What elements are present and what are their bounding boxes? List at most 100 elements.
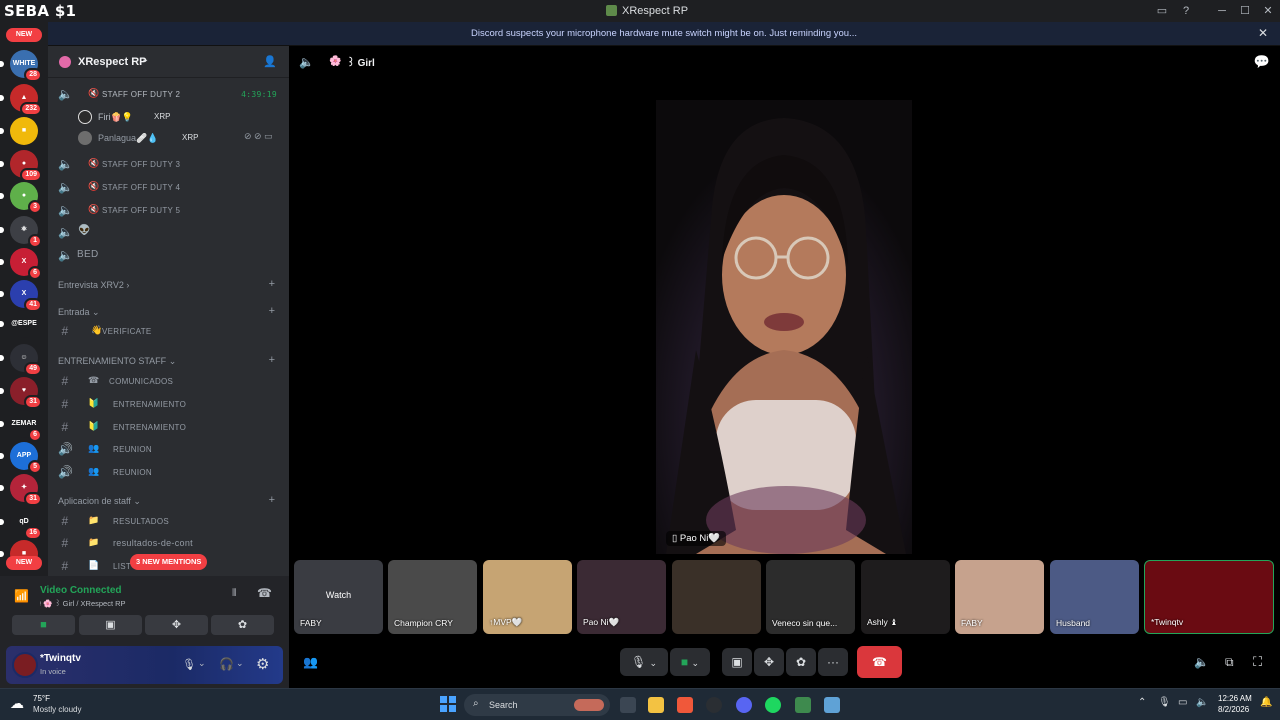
voice-channel-staff-off-duty-3[interactable]: 🔈 🔇 STAFF OFF DUTY 3 <box>58 154 283 174</box>
activities-button[interactable]: ✥ <box>754 648 784 676</box>
category-entrevista[interactable]: Entrevista XRV2 › <box>58 280 129 290</box>
server-icon[interactable]: WHITE 28 <box>0 50 42 82</box>
text-channel-resultados[interactable]: # 📁 RESULTADOS <box>58 511 283 531</box>
voice-channel-staff-off-duty-2[interactable]: 🔈 🔇 STAFF OFF DUTY 2 4:39:19 <box>58 84 283 104</box>
participant-tile[interactable]: ↑MVP🤍 <box>483 560 572 634</box>
app-icon-2[interactable] <box>795 697 811 713</box>
taskbar-search[interactable]: ⌕ Search <box>464 694 610 716</box>
network-icon[interactable]: ▭ <box>1178 697 1187 708</box>
text-channel-comunicados[interactable]: # ☎ COMUNICADOS <box>58 371 283 391</box>
category-entrenamiento-staff[interactable]: ENTRENAMIENTO STAFF ⌄ <box>58 356 176 367</box>
invite-icon[interactable]: 👥 <box>303 655 318 669</box>
server-icon[interactable]: qD 16 <box>0 508 42 540</box>
app-icon[interactable] <box>706 697 722 713</box>
soundboard-button[interactable]: ✿ <box>786 648 816 676</box>
new-mentions-pill[interactable]: 3 NEW MENTIONS <box>130 554 208 570</box>
server-icon[interactable]: ☺ 49 <box>0 344 42 376</box>
discord-icon[interactable] <box>736 697 752 713</box>
volume-tray-icon[interactable]: 🔈 <box>1196 697 1208 708</box>
headphones-icon[interactable]: 🎧 <box>219 657 234 671</box>
close-window-button[interactable]: ✕ <box>1260 3 1276 19</box>
server-icon[interactable]: ⚛ 1 <box>0 216 42 248</box>
participant-tile[interactable]: Champion CRY <box>388 560 477 634</box>
windows-start-icon[interactable] <box>440 696 456 712</box>
mic-button[interactable]: 🎙 ⌄ <box>620 648 668 676</box>
focused-video[interactable]: ▯ Pao Ni🤍 <box>656 100 912 554</box>
microphone-tray-icon[interactable]: 🎙 <box>1158 697 1171 708</box>
clock-date[interactable]: 8/2/2026 <box>1218 705 1249 714</box>
text-channel-entrenamiento-2[interactable]: # 🔰 ENTRENAMIENTO <box>58 417 283 437</box>
more-options-button[interactable]: ··· <box>818 648 848 676</box>
server-icon[interactable]: APP 5 <box>0 442 42 474</box>
camera-toggle-button[interactable]: ■ ⌄ <box>670 648 710 676</box>
notepad-icon[interactable] <box>824 697 840 713</box>
add-channel-icon[interactable]: + <box>269 278 275 290</box>
gear-icon[interactable]: ⚙ <box>256 655 269 673</box>
add-channel-icon[interactable]: + <box>269 305 275 317</box>
server-icon[interactable]: X 41 <box>0 280 42 312</box>
activities-button[interactable]: ✥ <box>145 615 208 635</box>
voice-location[interactable]: ᵎ 🌸 ꒱ Girl / XRespect RP <box>40 598 126 608</box>
server-icon[interactable]: ♥ 31 <box>0 377 42 409</box>
pop-out-icon[interactable]: ⧉ <box>1225 655 1234 670</box>
spotify-icon[interactable] <box>765 697 781 713</box>
server-icon[interactable]: X6 <box>0 248 42 280</box>
member-row[interactable]: Firi🍿💡 XRP <box>78 108 278 126</box>
voice-channel-reunion[interactable]: 🔊 👥 REUNION <box>58 439 283 459</box>
member-row[interactable]: Panlagua🩹💧 XRP ⊘ ⊘ ▭ <box>78 129 278 147</box>
task-view-icon[interactable] <box>620 697 636 713</box>
participant-tile[interactable]: Veneco sin que... <box>766 560 855 634</box>
text-channel-resultados-de-cont[interactable]: # 📁 resultados-de-cont <box>58 533 283 553</box>
voice-channel-alien[interactable]: 🔈 👽 <box>58 222 283 242</box>
server-icon[interactable]: ● 3 <box>0 182 42 214</box>
participant-tile[interactable]: Husband <box>1050 560 1139 634</box>
voice-channel-reunion-2[interactable]: 🔊 👥 REUNION <box>58 462 283 482</box>
screen-share-button[interactable]: ▣ <box>79 615 142 635</box>
participant-tile[interactable]: Pao Ni🤍 <box>577 560 666 634</box>
help-icon[interactable]: ? <box>1178 3 1194 19</box>
voice-channel-bed[interactable]: 🔈 BED <box>58 245 283 265</box>
participant-tile[interactable] <box>672 560 761 634</box>
server-icon[interactable]: ✦ 31 <box>0 474 42 506</box>
participant-tile[interactable]: Watch FABY <box>294 560 383 634</box>
fullscreen-icon[interactable]: ⛶ <box>1253 654 1262 670</box>
category-entrada[interactable]: Entrada ⌄ <box>58 307 100 318</box>
leave-call-button[interactable]: ☎ <box>857 646 902 678</box>
text-channel-entrenamiento[interactable]: # 🔰 ENTRENAMIENTO <box>58 394 283 414</box>
chevron-down-icon[interactable]: ⌄ <box>236 658 244 669</box>
watch-stream-label[interactable]: Watch <box>294 590 383 600</box>
brave-browser-icon[interactable] <box>677 697 693 713</box>
noise-suppression-icon[interactable]: ⦀ <box>232 588 236 599</box>
server-icon[interactable]: ■ <box>0 117 38 145</box>
screen-share-button[interactable]: ▣ <box>722 648 752 676</box>
chat-icon[interactable]: 💬 <box>1254 54 1270 70</box>
voice-channel-staff-off-duty-4[interactable]: 🔈 🔇 STAFF OFF DUTY 4 <box>58 177 283 197</box>
tray-chevron-icon[interactable]: ⌃ <box>1138 697 1146 708</box>
add-member-icon[interactable]: 👤 <box>263 55 277 68</box>
file-explorer-icon[interactable] <box>648 697 664 713</box>
server-icon[interactable]: ZEMAR 6 <box>0 410 42 442</box>
chevron-down-icon[interactable]: ⌄ <box>198 658 206 669</box>
disconnect-icon[interactable]: ☎ <box>257 586 272 600</box>
participant-tile[interactable]: *Twinqtv <box>1144 560 1274 634</box>
camera-button[interactable]: ■ <box>12 615 75 635</box>
text-channel-verificate[interactable]: # 👋 VERIFICATE <box>58 321 283 341</box>
add-channel-icon[interactable]: + <box>269 354 275 366</box>
new-unreads-pill[interactable]: NEW <box>6 28 42 42</box>
server-icon[interactable]: ▲ 232 <box>0 84 42 116</box>
voice-channel-staff-off-duty-5[interactable]: 🔈 🔇 STAFF OFF DUTY 5 <box>58 200 283 220</box>
soundboard-button[interactable]: ✿ <box>211 615 274 635</box>
notification-icon[interactable]: 🔔 <box>1260 697 1272 708</box>
new-unreads-pill-bottom[interactable]: NEW <box>6 556 42 570</box>
participant-tile[interactable]: FABY <box>955 560 1044 634</box>
microphone-icon[interactable]: 🎙 <box>182 658 196 671</box>
maximize-button[interactable]: ☐ <box>1237 3 1253 19</box>
volume-icon[interactable]: 🔈 <box>1194 655 1209 669</box>
clock-time[interactable]: 12:26 AM <box>1218 694 1252 703</box>
inbox-icon[interactable]: ▭ <box>1154 3 1170 19</box>
weather-desc[interactable]: Mostly cloudy <box>33 705 81 714</box>
close-icon[interactable]: ✕ <box>1258 26 1268 40</box>
server-icon[interactable]: @ESPE <box>0 310 38 338</box>
server-icon[interactable]: ● 109 <box>0 150 42 182</box>
minimize-button[interactable]: ─ <box>1214 3 1230 19</box>
